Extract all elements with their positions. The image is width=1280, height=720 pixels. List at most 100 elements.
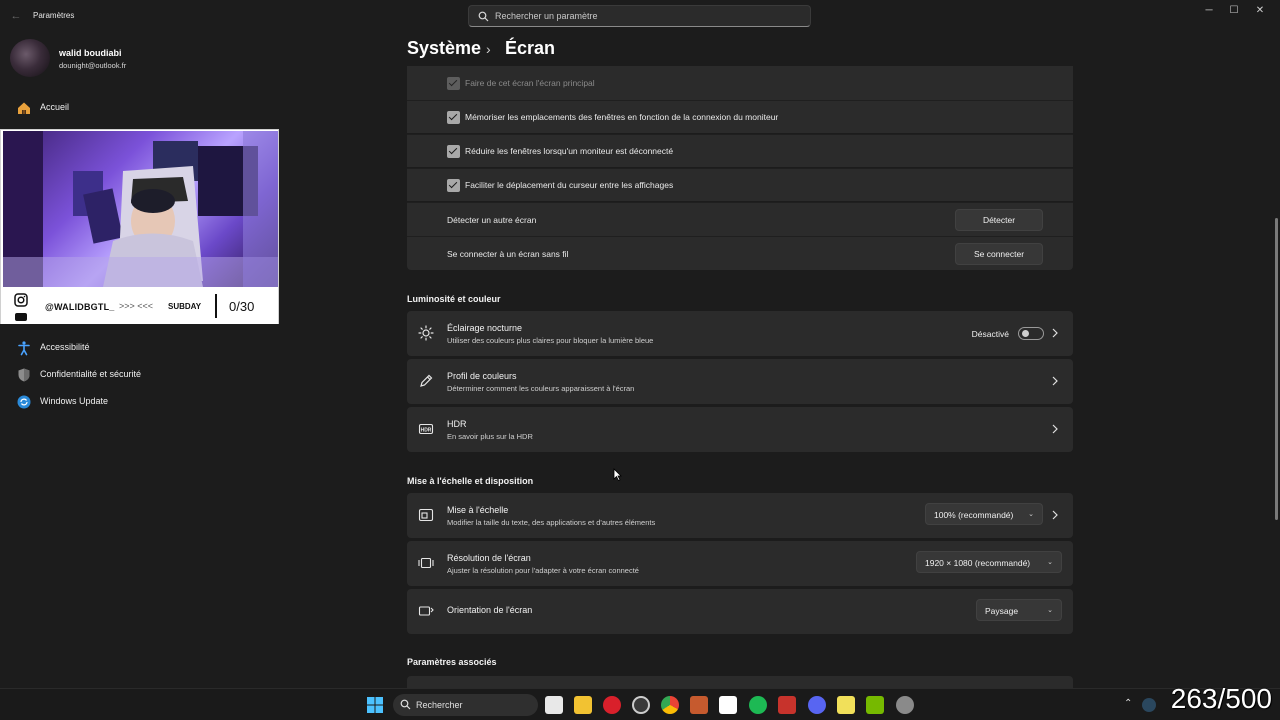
resolution-dropdown[interactable]: 1920 × 1080 (recommandé) ⌄: [916, 551, 1062, 573]
chevron-right-icon[interactable]: [1049, 509, 1061, 521]
search-icon: [400, 699, 411, 710]
instagram-icon: [14, 293, 28, 307]
opera-icon[interactable]: [603, 696, 621, 714]
sidebar-item-accueil[interactable]: Accueil: [10, 96, 198, 120]
remember-windows-checkbox[interactable]: [447, 111, 460, 124]
home-icon: [18, 102, 30, 114]
pen-icon: [420, 374, 433, 387]
sidebar-item-label: Accueil: [40, 102, 70, 112]
orientation-value: Paysage: [985, 606, 1019, 616]
main-display-checkbox[interactable]: [447, 77, 460, 90]
title-bar: ← Paramètres ─ ☐ ✕: [0, 0, 1280, 32]
tray-chevron-icon[interactable]: ⌃: [1124, 698, 1132, 709]
webcam-arrows: >>> <<<: [119, 301, 154, 311]
search-box[interactable]: [468, 5, 811, 27]
avatar[interactable]: [10, 39, 50, 77]
scrollbar[interactable]: [1275, 218, 1278, 520]
app-icon-4[interactable]: [632, 696, 650, 714]
color-profile-title: Profil de couleurs: [447, 371, 517, 381]
counter-overlay: 263/500: [1170, 683, 1272, 714]
scale-dropdown[interactable]: 100% (recommandé) ⌄: [925, 503, 1043, 525]
night-light-toggle[interactable]: [1018, 327, 1044, 340]
orientation-dropdown[interactable]: Paysage ⌄: [976, 599, 1062, 621]
webcam-count: 0/30: [229, 299, 255, 314]
close-button[interactable]: ✕: [1245, 2, 1275, 20]
svg-text:HDR: HDR: [421, 427, 432, 433]
sidebar-item-accessibilite[interactable]: Accessibilité: [10, 336, 198, 360]
page-title: Écran: [505, 38, 556, 58]
app-icon-7[interactable]: [719, 696, 737, 714]
checkbox-row-remember-windows[interactable]: Mémoriser les emplacements des fenêtres …: [407, 100, 1073, 133]
orientation-card: Orientation de l'écran Paysage ⌄: [407, 589, 1073, 634]
app-icon-9[interactable]: [778, 696, 796, 714]
tiktok-icon: [15, 313, 27, 321]
scale-desc: Modifier la taille du texte, des applica…: [447, 518, 656, 527]
breadcrumb-system[interactable]: Système: [407, 38, 481, 59]
nvidia-icon[interactable]: [866, 696, 884, 714]
search-icon: [478, 11, 489, 22]
chevron-right-icon[interactable]: [1049, 423, 1061, 435]
update-icon: [17, 395, 31, 409]
webcam-info-bar: @WALIDBGTL_ >>> <<< SUBDAY 0/30: [1, 288, 278, 324]
app-title: Paramètres: [33, 11, 75, 20]
connect-button[interactable]: Se connecter: [955, 243, 1043, 265]
checkbox-row-main-display[interactable]: Faire de cet écran l'écran principal: [407, 66, 1073, 100]
scale-value: 100% (recommandé): [934, 510, 1014, 520]
cursor-move-checkbox[interactable]: [447, 179, 460, 192]
main-display-label: Faire de cet écran l'écran principal: [465, 78, 595, 88]
chevron-right-icon[interactable]: [1049, 375, 1061, 387]
color-profile-desc: Déterminer comment les couleurs apparais…: [447, 384, 635, 393]
section-scale-title: Mise à l'échelle et disposition: [407, 476, 534, 486]
hdr-title: HDR: [447, 419, 467, 429]
chevron-right-icon[interactable]: [1049, 327, 1061, 339]
webcam-overlay: @WALIDBGTL_ >>> <<< SUBDAY 0/30: [0, 129, 279, 324]
minimize-windows-checkbox[interactable]: [447, 145, 460, 158]
sidebar-item-label: Confidentialité et sécurité: [40, 369, 142, 379]
toggle-knob: [1022, 330, 1029, 337]
app-icon-11[interactable]: [837, 696, 855, 714]
scale-card[interactable]: Mise à l'échelle Modifier la taille du t…: [407, 493, 1073, 538]
app-icon-1[interactable]: [545, 696, 563, 714]
file-explorer-icon[interactable]: [574, 696, 592, 714]
night-light-title: Éclairage nocturne: [447, 323, 523, 333]
hdr-icon: HDR: [418, 423, 434, 435]
resolution-desc: Ajuster la résolution pour l'adapter à v…: [447, 566, 639, 575]
checkbox-row-cursor-move[interactable]: Faciliter le déplacement du curseur entr…: [407, 168, 1073, 201]
resolution-icon: [418, 557, 434, 569]
orientation-title: Orientation de l'écran: [447, 605, 533, 615]
wireless-display-row: Se connecter à un écran sans fil Se conn…: [407, 236, 1073, 270]
webcam-event: SUBDAY: [168, 302, 202, 311]
windows-start-icon[interactable]: [366, 696, 384, 714]
steam-icon[interactable]: [1142, 698, 1156, 712]
taskbar-search[interactable]: Rechercher: [393, 694, 538, 716]
spotify-icon[interactable]: [749, 696, 767, 714]
detect-button[interactable]: Détecter: [955, 209, 1043, 231]
sidebar-item-windows-update[interactable]: Windows Update: [10, 390, 198, 414]
settings-gear-icon[interactable]: [896, 696, 914, 714]
night-light-card[interactable]: Éclairage nocturne Utiliser des couleurs…: [407, 311, 1073, 356]
detect-display-row: Détecter un autre écran Détecter: [407, 202, 1073, 236]
mouse-cursor-icon: [613, 468, 622, 482]
section-brightness-title: Luminosité et couleur: [407, 294, 501, 304]
back-arrow-icon[interactable]: ←: [8, 8, 24, 24]
sidebar-item-label: Windows Update: [40, 396, 109, 406]
accessibility-icon: [18, 341, 30, 356]
chevron-down-icon: ⌄: [1028, 511, 1034, 518]
chevron-down-icon: ⌄: [1047, 559, 1053, 566]
color-profile-card[interactable]: Profil de couleurs Déterminer comment le…: [407, 359, 1073, 404]
sun-icon: [418, 325, 434, 341]
discord-icon[interactable]: [808, 696, 826, 714]
minimize-windows-label: Réduire les fenêtres lorsqu'un moniteur …: [465, 146, 674, 156]
detect-display-label: Détecter un autre écran: [447, 215, 537, 225]
chrome-icon[interactable]: [661, 696, 679, 714]
taskbar: Rechercher ⌃: [0, 688, 1280, 720]
hdr-desc[interactable]: En savoir plus sur la HDR: [447, 432, 533, 441]
app-icon-6[interactable]: [690, 696, 708, 714]
sidebar-item-confidentialite[interactable]: Confidentialité et sécurité: [10, 363, 198, 387]
checkbox-row-minimize-windows[interactable]: Réduire les fenêtres lorsqu'un moniteur …: [407, 134, 1073, 167]
related-card[interactable]: [407, 676, 1073, 688]
webcam-handle: @WALIDBGTL_: [45, 302, 115, 312]
search-input[interactable]: [495, 6, 795, 26]
hdr-card[interactable]: HDR HDR En savoir plus sur la HDR: [407, 407, 1073, 452]
webcam-divider: [215, 294, 217, 318]
